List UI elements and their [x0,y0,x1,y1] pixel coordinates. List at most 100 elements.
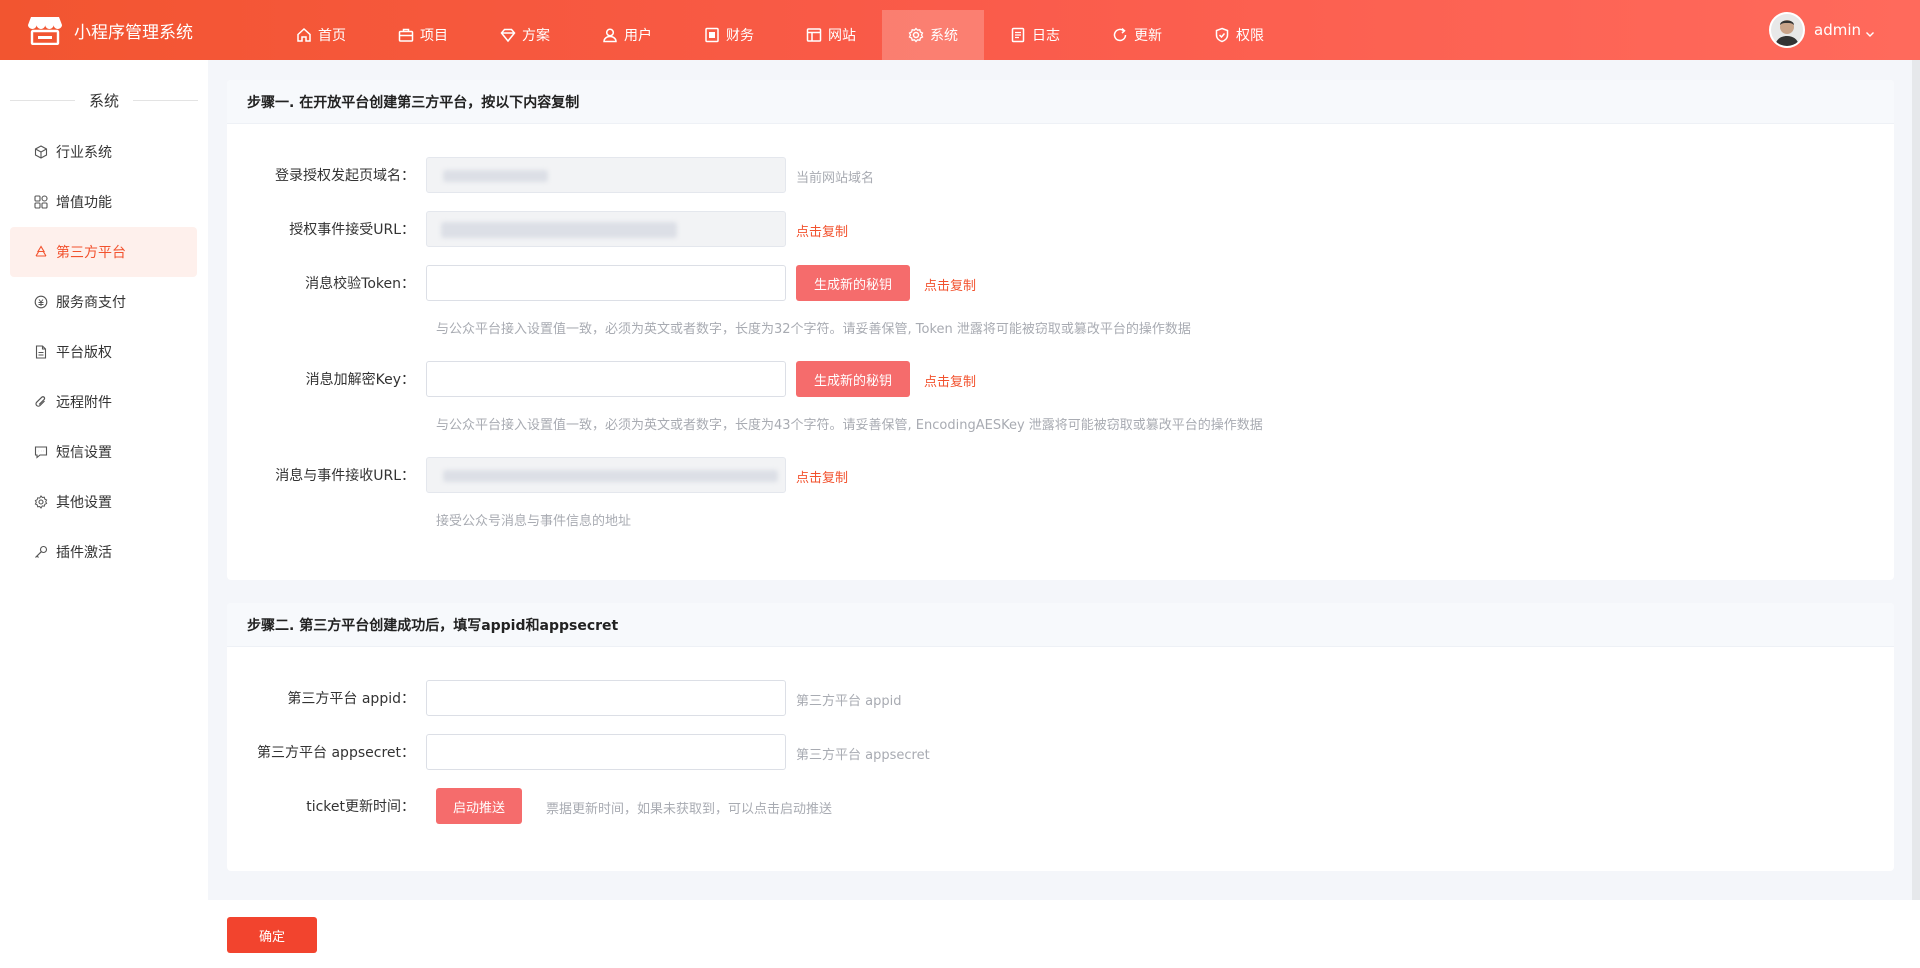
username: admin [1814,21,1861,39]
step1-card: 步骤一. 在开放平台创建第三方平台，按以下内容复制 登录授权发起页域名： 当前网… [227,80,1894,580]
top-header: 小程序管理系统 首页 项目 方案 用户 财务 网站 系统 日志 更新 权限 ad… [0,0,1920,60]
user-icon [602,27,618,43]
refresh-icon [1112,27,1128,43]
ticket-row: ticket更新时间： [227,788,415,824]
sidebar-item-sms[interactable]: 短信设置 [10,427,197,477]
aes-key-help: 与公众平台接入设置值一致，必须为英文或者数字，长度为43个字符。请妥善保管, E… [436,418,1263,433]
sidebar-item-label: 其他设置 [56,495,112,511]
step1-title: 步骤一. 在开放平台创建第三方平台，按以下内容复制 [227,80,1894,124]
sidebar-item-industry[interactable]: 行业系统 [10,127,197,177]
gear-icon [908,27,924,43]
nav-label: 方案 [522,28,550,44]
generate-aes-key-button[interactable]: 生成新的秘钥 [796,361,910,397]
appsecret-input[interactable] [426,734,786,770]
website-icon [806,27,822,43]
settings-icon [34,495,48,509]
nav-label: 系统 [930,28,958,44]
paperclip-icon [34,395,48,409]
home-icon [296,27,312,43]
footer-bar: 确定 [208,900,1920,968]
log-icon [1010,27,1026,43]
sidebar-item-plugin-activation[interactable]: 插件激活 [10,527,197,577]
token-row: 消息校验Token： [227,265,415,301]
generate-token-button[interactable]: 生成新的秘钥 [796,265,910,301]
nav-log[interactable]: 日志 [984,10,1086,60]
nav-project[interactable]: 项目 [372,10,474,60]
appsecret-hint: 第三方平台 appsecret [796,748,930,763]
msg-url-row: 消息与事件接收URL： [227,457,415,493]
app-logo[interactable]: 小程序管理系统 [28,0,193,60]
briefcase-icon [398,27,414,43]
nav-permission[interactable]: 权限 [1188,10,1290,60]
sidebar-item-label: 插件激活 [56,545,112,561]
sidebar-item-remote-attachment[interactable]: 远程附件 [10,377,197,427]
domain-label: 登录授权发起页域名： [275,168,415,184]
shield-icon [1214,27,1230,43]
nav-user[interactable]: 用户 [576,10,678,60]
step2-title: 步骤二. 第三方平台创建成功后，填写appid和appsecret [227,603,1894,647]
sidebar-title: 系统 [0,90,208,111]
user-menu[interactable]: admin [1769,10,1875,50]
nav-label: 网站 [828,28,856,44]
auth-url-row: 授权事件接受URL： [227,211,415,247]
store-icon [28,15,62,46]
step2-card: 步骤二. 第三方平台创建成功后，填写appid和appsecret 第三方平台 … [227,603,1894,871]
start-push-button[interactable]: 启动推送 [436,788,522,824]
main-content: 步骤一. 在开放平台创建第三方平台，按以下内容复制 登录授权发起页域名： 当前网… [208,60,1920,968]
msg-url-field[interactable] [426,457,786,493]
appid-label: 第三方平台 appid： [287,691,415,707]
msg-url-label: 消息与事件接收URL： [275,468,415,484]
app-title: 小程序管理系统 [74,22,193,43]
token-input[interactable] [426,265,786,301]
appid-input[interactable] [426,680,786,716]
sidebar-item-third-party[interactable]: 第三方平台 [10,227,197,277]
appsecret-label: 第三方平台 appsecret： [257,745,415,761]
sidebar-item-label: 远程附件 [56,395,112,411]
msg-url-copy-link[interactable]: 点击复制 [796,467,848,486]
nav-finance[interactable]: 财务 [678,10,780,60]
nav-home[interactable]: 首页 [270,10,372,60]
aes-key-input[interactable] [426,361,786,397]
aes-key-row: 消息加解密Key： [227,361,415,397]
sidebar-item-payment[interactable]: 服务商支付 [10,277,197,327]
nav-label: 权限 [1236,28,1264,44]
document-icon [34,345,48,359]
appsecret-row: 第三方平台 appsecret： [227,734,415,770]
recycle-icon [34,245,48,259]
ticket-label: ticket更新时间： [306,799,415,815]
sidebar-item-label: 短信设置 [56,445,112,461]
nav-label: 项目 [420,28,448,44]
sidebar-item-label: 平台版权 [56,345,112,361]
domain-row: 登录授权发起页域名： [227,157,415,193]
aes-key-label: 消息加解密Key： [305,372,415,388]
chevron-down-icon [1865,25,1875,37]
sidebar-item-label: 增值功能 [56,195,112,211]
aes-key-copy-link[interactable]: 点击复制 [924,371,976,390]
sidebar-item-other-settings[interactable]: 其他设置 [10,477,197,527]
auth-url-copy-link[interactable]: 点击复制 [796,221,848,240]
confirm-button[interactable]: 确定 [227,917,317,953]
nav-plan[interactable]: 方案 [474,10,576,60]
nav-website[interactable]: 网站 [780,10,882,60]
avatar [1769,12,1805,48]
token-help: 与公众平台接入设置值一致，必须为英文或者数字，长度为32个字符。请妥善保管, T… [436,322,1191,337]
nav-label: 日志 [1032,28,1060,44]
main-nav: 首页 项目 方案 用户 财务 网站 系统 日志 更新 权限 [270,10,1290,60]
ticket-hint: 票据更新时间，如果未获取到，可以点击启动推送 [546,802,833,817]
nav-update[interactable]: 更新 [1086,10,1188,60]
key-icon [34,545,48,559]
payment-icon [34,295,48,309]
auth-url-label: 授权事件接受URL： [289,222,415,238]
domain-field[interactable] [426,157,786,193]
domain-hint: 当前网站域名 [796,171,875,186]
sidebar-item-addons[interactable]: 增值功能 [10,177,197,227]
auth-url-field[interactable] [426,211,786,247]
appid-hint: 第三方平台 appid [796,694,902,709]
sidebar-item-label: 服务商支付 [56,295,126,311]
sidebar-item-label: 第三方平台 [56,245,126,261]
nav-system[interactable]: 系统 [882,10,984,60]
scrollbar[interactable] [1912,60,1920,900]
token-copy-link[interactable]: 点击复制 [924,275,976,294]
sidebar-item-copyright[interactable]: 平台版权 [10,327,197,377]
nav-label: 财务 [726,28,754,44]
